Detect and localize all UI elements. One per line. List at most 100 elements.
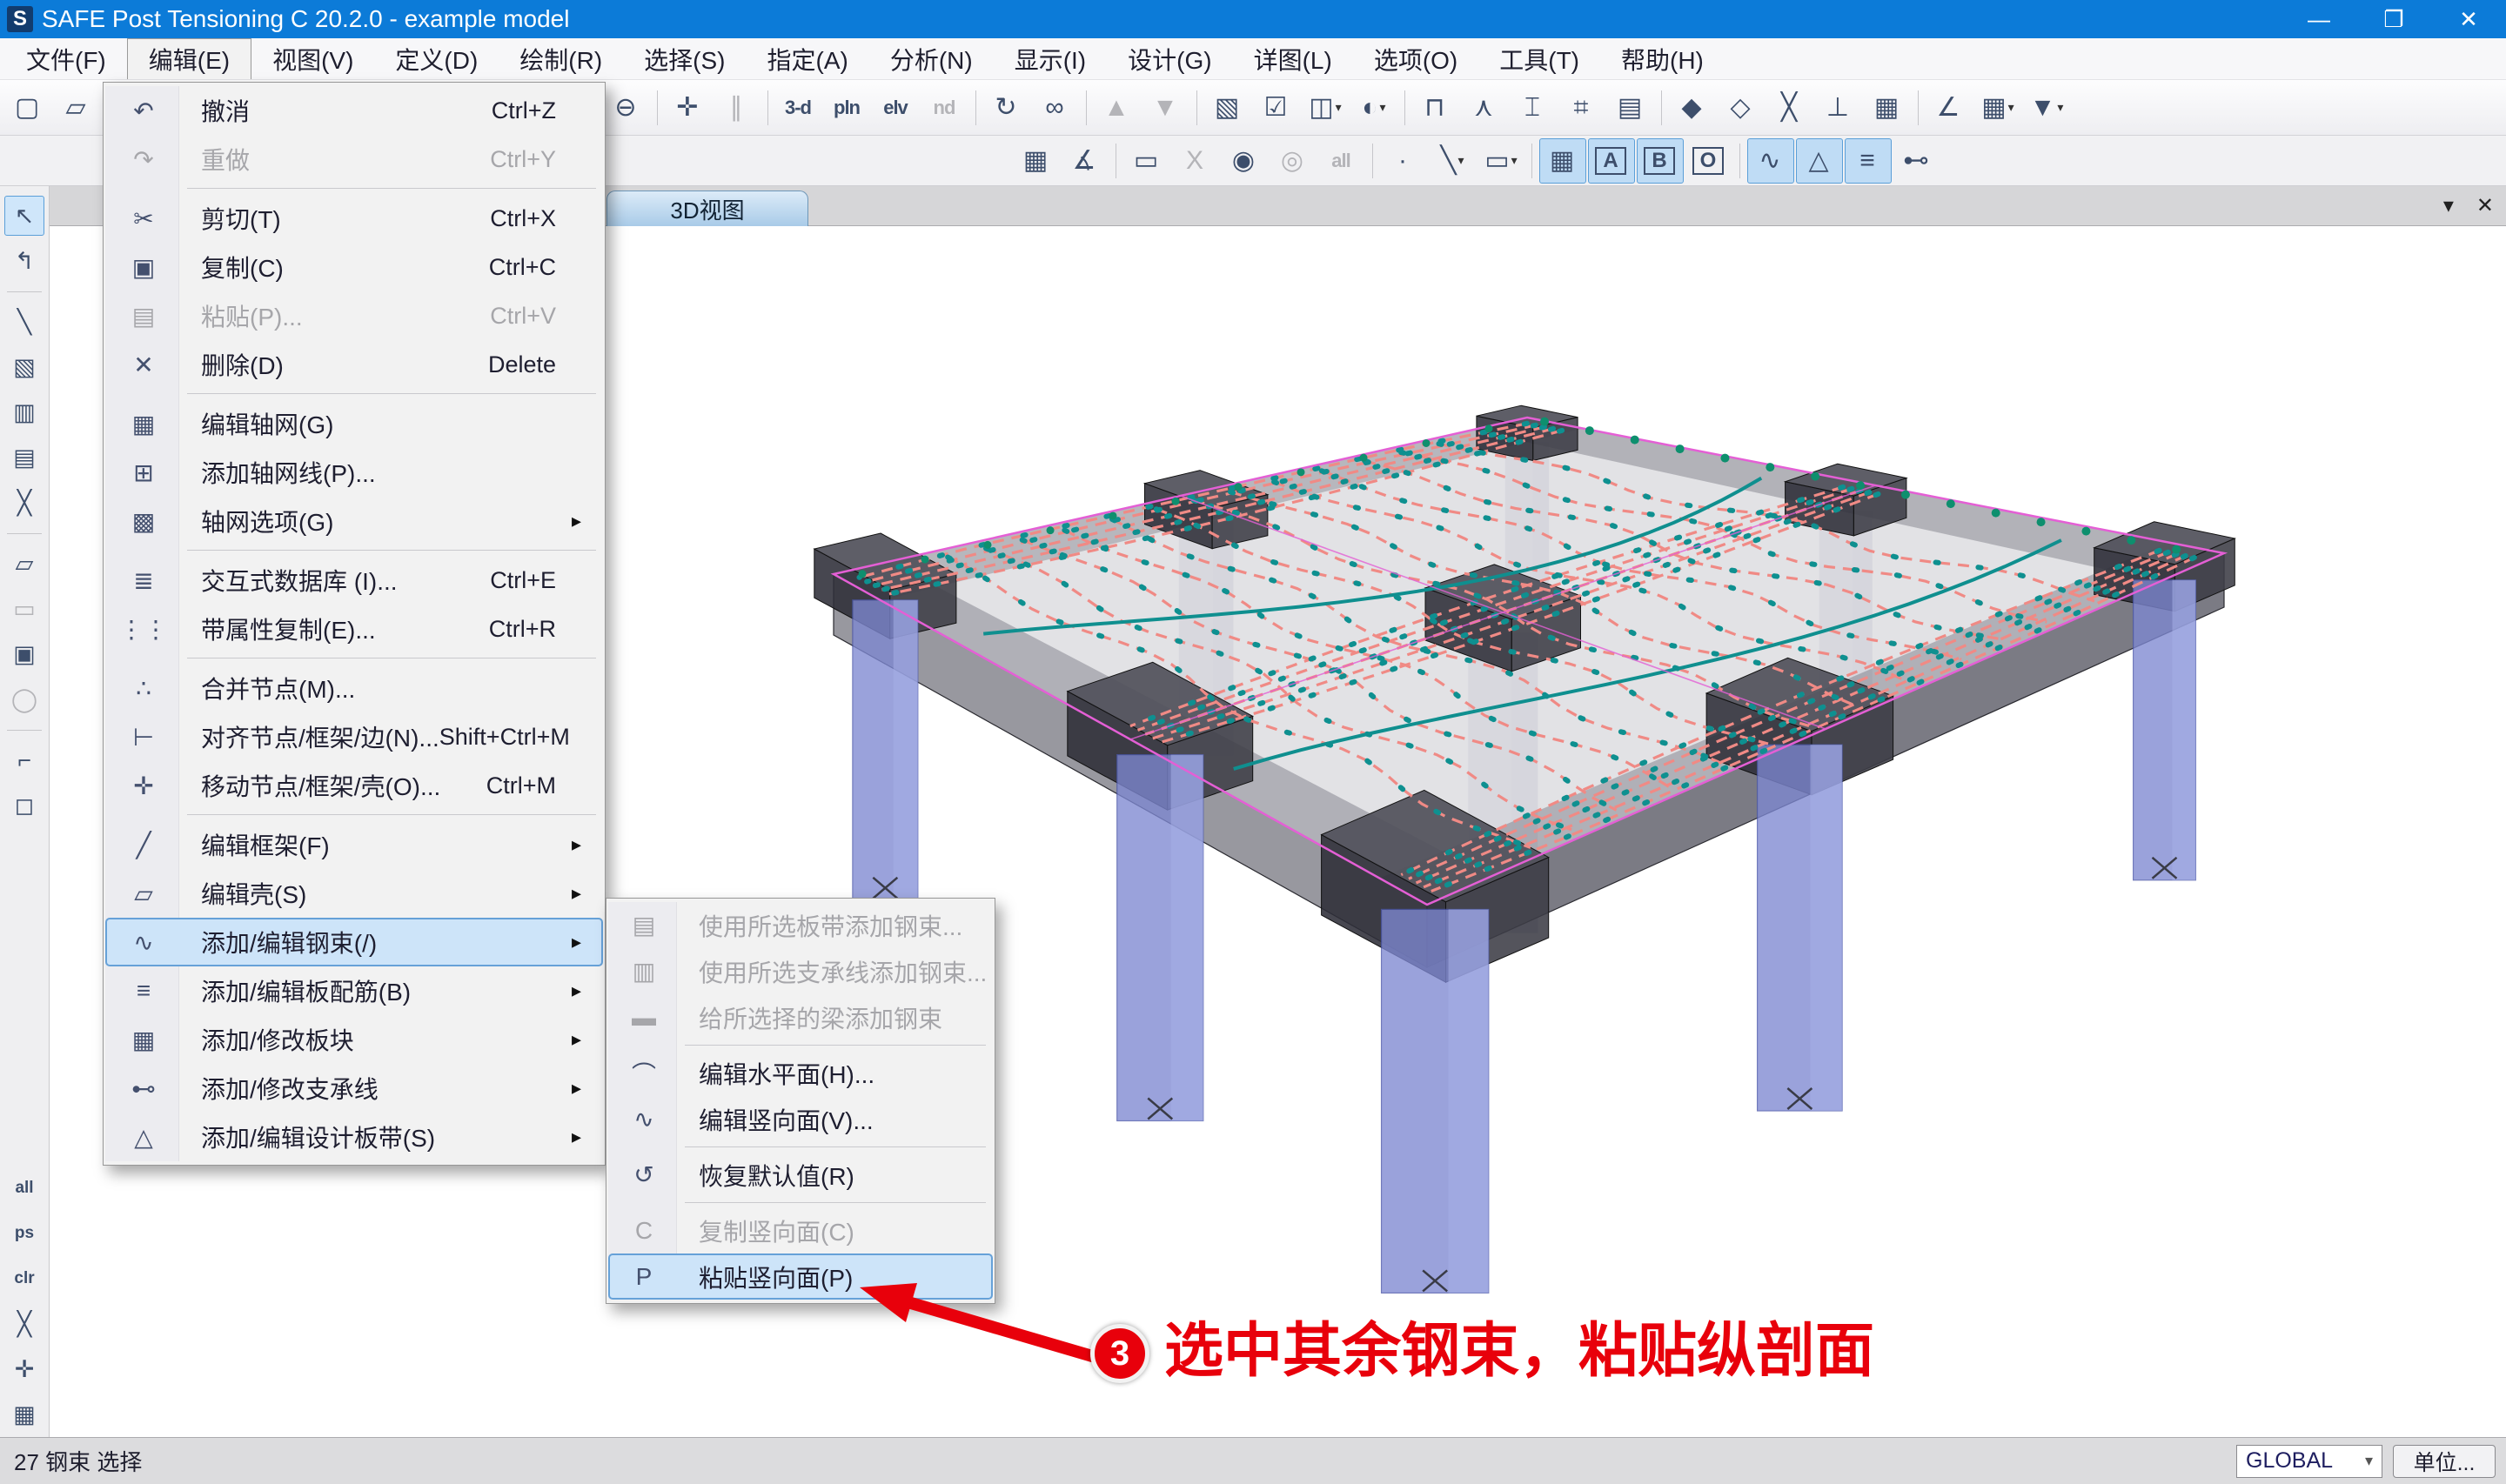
quick-draw-frame-button[interactable]: ▧ <box>4 347 44 387</box>
paste-item[interactable]: ▤ 粘贴(P)... Ctrl+V <box>105 291 603 340</box>
edit-grid-item[interactable]: ▦ 编辑轴网(G) <box>105 399 603 448</box>
previous-zoom-button[interactable]: ∥ <box>714 85 761 130</box>
select-all-button[interactable]: all <box>1318 138 1365 184</box>
close-button[interactable]: ✕ <box>2431 0 2506 38</box>
snap-perpendicular-button[interactable]: ⊥ <box>1815 85 1862 130</box>
show-layer-other-toggle[interactable]: O <box>1685 138 1732 184</box>
menu-options[interactable]: 选项(O) <box>1353 38 1478 79</box>
draw-polygon-area-button[interactable]: ▱ <box>4 544 44 584</box>
show-layer-a-toggle[interactable]: A <box>1588 138 1635 184</box>
move-up-in-list-button[interactable]: ▲ <box>1094 85 1141 130</box>
select-window-button[interactable]: ▭ <box>1123 138 1170 184</box>
add-tendons-from-support-lines-item[interactable]: ▥ 使用所选支承线添加钢束... <box>608 948 993 994</box>
draw-slab-button[interactable]: ⌗ <box>1558 85 1605 130</box>
tab-list-dropdown-icon[interactable]: ▾ <box>2443 193 2454 218</box>
deselect-all-button[interactable]: X <box>1172 138 1219 184</box>
menu-file[interactable]: 文件(F) <box>5 38 127 79</box>
display-filter-button[interactable]: ▼▾ <box>2023 85 2070 130</box>
draw-wall-stack-button[interactable]: ⌐ <box>4 740 44 780</box>
copy-vertical-profile-item[interactable]: C 复制竖向面(C) <box>608 1207 993 1253</box>
replicate-item[interactable]: ⋮⋮ 带属性复制(E)... Ctrl+R <box>105 605 603 653</box>
cut-item[interactable]: ✂ 剪切(T) Ctrl+X <box>105 194 603 243</box>
open-model-button[interactable]: ▱ <box>53 85 100 130</box>
display-options-button[interactable]: ☑ <box>1253 85 1300 130</box>
view-3d-button[interactable]: 3-d <box>775 85 822 130</box>
draw-frame-line-button[interactable]: ╲ <box>4 302 44 342</box>
select-by-group-button[interactable]: ◎ <box>1270 138 1317 184</box>
grid-snap-toggle-button[interactable]: ▦ <box>4 1394 44 1434</box>
paste-vertical-profile-item[interactable]: P 粘贴竖向面(P) <box>608 1253 993 1300</box>
align-joints-item[interactable]: ⊢ 对齐节点/框架/边(N)... Shift+Ctrl+M <box>105 712 603 761</box>
quick-draw-column-button[interactable]: ▥ <box>4 392 44 432</box>
restore-previous-selection-button[interactable]: ps <box>4 1213 44 1253</box>
show-tendons-toggle[interactable]: ∿ <box>1747 138 1794 184</box>
select-all-quick-button[interactable]: all <box>4 1168 44 1208</box>
select-areas-button[interactable]: ▭▾ <box>1477 138 1524 184</box>
object-shading-button[interactable]: ◐▾ <box>1350 85 1397 130</box>
menu-assign[interactable]: 指定(A) <box>747 38 869 79</box>
coordinate-system-select[interactable]: GLOBAL ▾ <box>2236 1445 2382 1478</box>
edit-frames-item[interactable]: ╱ 编辑框架(F) ▸ <box>105 820 603 869</box>
add-tendons-from-strips-item[interactable]: ▤ 使用所选板带添加钢束... <box>608 902 993 948</box>
quick-draw-brace-button[interactable]: ╳ <box>4 483 44 523</box>
add-edit-tendons-item[interactable]: ∿ 添加/编辑钢束(/) ▸ <box>105 918 603 966</box>
menu-view[interactable]: 视图(V) <box>251 38 374 79</box>
zoom-out-button[interactable]: ⊖ <box>603 85 650 130</box>
move-joints-item[interactable]: ✛ 移动节点/框架/壳(O)... Ctrl+M <box>105 761 603 810</box>
grid-options-item[interactable]: ▩ 轴网选项(G) ▸ <box>105 497 603 545</box>
measure-button[interactable]: ∠ <box>1926 85 1973 130</box>
show-support-lines-toggle[interactable]: ⊷ <box>1893 138 1940 184</box>
menu-detailing[interactable]: 详图(L) <box>1233 38 1353 79</box>
add-edit-design-strips-item[interactable]: △ 添加/编辑设计板带(S) ▸ <box>105 1113 603 1161</box>
object-extrude-button[interactable]: ◫▾ <box>1302 85 1349 130</box>
move-snap-button[interactable]: ✛ <box>4 1349 44 1389</box>
draw-circular-area-button[interactable]: ◯ <box>4 679 44 719</box>
menu-draw[interactable]: 绘制(R) <box>499 38 623 79</box>
select-pointer-button[interactable]: ↖ <box>4 196 44 236</box>
zoom-to-axes-button[interactable]: ∡ <box>1062 138 1109 184</box>
show-slab-panels-toggle[interactable]: ▦ <box>1539 138 1586 184</box>
interactive-database-item[interactable]: ≣ 交互式数据库 (I)... Ctrl+E <box>105 556 603 605</box>
menu-analyze[interactable]: 分析(N) <box>869 38 994 79</box>
perspective-toggle-button[interactable]: ∞ <box>1032 85 1079 130</box>
menu-design[interactable]: 设计(G) <box>1107 38 1232 79</box>
zoom-to-grid-button[interactable]: ▦ <box>1013 138 1060 184</box>
minimize-button[interactable]: — <box>2282 0 2356 38</box>
select-lines-button[interactable]: ╲▾ <box>1429 138 1476 184</box>
move-down-in-list-button[interactable]: ▼ <box>1142 85 1189 130</box>
restore-defaults-item[interactable]: ↺ 恢复默认值(R) <box>608 1152 993 1198</box>
add-modify-slab-panels-item[interactable]: ▦ 添加/修改板块 ▸ <box>105 1015 603 1064</box>
snap-grid-button[interactable]: ▦ <box>1864 85 1911 130</box>
show-slab-rebar-toggle[interactable]: ≡ <box>1845 138 1892 184</box>
invert-selection-button[interactable]: ╳ <box>4 1304 44 1344</box>
draw-rectangular-area-button[interactable]: ▭ <box>4 589 44 629</box>
delete-item[interactable]: ✕ 删除(D) Delete <box>105 340 603 389</box>
redo-item[interactable]: ↷ 重做 Ctrl+Y <box>105 135 603 184</box>
edit-horizontal-profile-item[interactable]: ⌒ 编辑水平面(H)... <box>608 1050 993 1096</box>
add-tendons-to-beams-item[interactable]: ▬ 给所选择的梁添加钢束 <box>608 994 993 1040</box>
view-elevation-button[interactable]: elv <box>873 85 920 130</box>
clear-selection-button[interactable]: clr <box>4 1259 44 1299</box>
snap-midpoints-button[interactable]: ◇ <box>1718 85 1765 130</box>
draw-tendon-button[interactable]: ⋏ <box>1461 85 1508 130</box>
tab-close-icon[interactable]: ✕ <box>2476 193 2494 218</box>
snap-ends-button[interactable]: ◆ <box>1669 85 1716 130</box>
quick-draw-wall-button[interactable]: ▤ <box>4 438 44 478</box>
menu-tools[interactable]: 工具(T) <box>1478 38 1600 79</box>
add-grid-line-item[interactable]: ⊞ 添加轴网线(P)... <box>105 448 603 497</box>
menu-define[interactable]: 定义(D) <box>374 38 499 79</box>
units-button[interactable]: 单位... <box>2393 1445 2496 1478</box>
edit-vertical-profile-item[interactable]: ∿ 编辑竖向面(V)... <box>608 1096 993 1142</box>
draw-wall-button[interactable]: ▤ <box>1607 85 1654 130</box>
show-design-strips-toggle[interactable]: △ <box>1796 138 1843 184</box>
select-points-button[interactable]: ∙ <box>1380 138 1427 184</box>
menu-edit[interactable]: 编辑(E) <box>127 38 251 79</box>
edit-shells-item[interactable]: ▱ 编辑壳(S) ▸ <box>105 869 603 918</box>
quick-draw-area-button[interactable]: ▣ <box>4 634 44 674</box>
undo-item[interactable]: ↶ 撤消 Ctrl+Z <box>105 86 603 135</box>
show-layer-b-toggle[interactable]: B <box>1637 138 1684 184</box>
add-modify-support-lines-item[interactable]: ⊷ 添加/修改支承线 ▸ <box>105 1064 603 1113</box>
draw-frame-button[interactable]: ⊓ <box>1412 85 1459 130</box>
select-reshape-button[interactable]: ↰ <box>4 241 44 281</box>
view-plan-button[interactable]: pln <box>824 85 871 130</box>
